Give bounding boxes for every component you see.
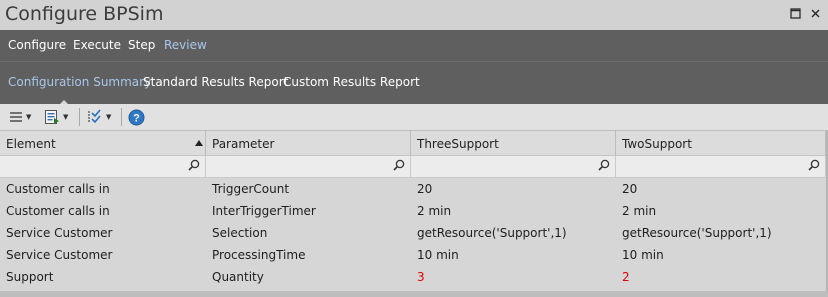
table-row[interactable]: Customer calls in TriggerCount 20 20 (0, 178, 826, 200)
toolbar-separator (79, 108, 80, 126)
tab-review[interactable]: Review (164, 38, 207, 52)
tab-configure[interactable]: Configure (8, 38, 66, 52)
table-row[interactable]: Service Customer Selection getResource('… (0, 222, 826, 244)
filter-cell-threesupport[interactable] (411, 156, 616, 177)
search-icon (188, 159, 200, 171)
column-header-element[interactable]: Element (0, 131, 206, 156)
export-icon (45, 110, 59, 124)
window-bottom-border (0, 291, 828, 297)
column-filter-icon (88, 109, 101, 124)
chevron-down-icon: ▼ (63, 113, 69, 121)
table-row[interactable]: Customer calls in InterTriggerTimer 2 mi… (0, 200, 826, 222)
column-header-parameter[interactable]: Parameter (206, 131, 411, 156)
cell-threesupport: 20 (417, 182, 433, 196)
toolbar-separator (121, 108, 122, 126)
subtab-custom-results-report[interactable]: Custom Results Report (283, 75, 420, 89)
tab-execute[interactable]: Execute (73, 38, 121, 52)
tab-step[interactable]: Step (128, 38, 155, 52)
cell-parameter: Selection (212, 226, 268, 240)
maximize-icon[interactable] (788, 8, 802, 22)
review-subtab-bar: Configuration Summary Standard Results R… (0, 61, 828, 106)
table-row[interactable]: Service Customer ProcessingTime 10 min 1… (0, 244, 826, 266)
cell-threesupport-changed: 3 (417, 270, 425, 284)
export-dropdown-button[interactable]: ▼ (44, 108, 68, 126)
menu-dropdown-button[interactable]: ▼ (9, 108, 31, 126)
filter-cell-parameter[interactable] (206, 156, 411, 177)
cell-element: Support (6, 270, 54, 284)
cell-element: Service Customer (6, 226, 113, 240)
column-header-twosupport[interactable]: TwoSupport (616, 131, 826, 156)
title-bar: Configure BPSim (0, 0, 828, 30)
column-header-threesupport[interactable]: ThreeSupport (411, 131, 616, 156)
cell-threesupport: getResource('Support',1) (417, 226, 567, 240)
cell-twosupport: 10 min (622, 248, 664, 262)
chevron-down-icon: ▼ (106, 113, 112, 121)
cell-twosupport: getResource('Support',1) (622, 226, 772, 240)
cell-parameter: InterTriggerTimer (212, 204, 316, 218)
close-icon[interactable] (808, 8, 822, 22)
cell-element: Service Customer (6, 248, 113, 262)
search-icon (808, 159, 820, 171)
cell-element: Customer calls in (6, 204, 110, 218)
table-row[interactable]: Support Quantity 3 2 (0, 266, 826, 288)
configuration-summary-table: Element Parameter ThreeSupport TwoSuppor… (0, 131, 826, 291)
cell-twosupport-changed: 2 (622, 270, 630, 284)
column-header-label: Element (6, 137, 56, 151)
svg-text:?: ? (133, 112, 140, 124)
main-tab-bar: Configure Execute Step Review (0, 30, 828, 61)
cell-twosupport: 20 (622, 182, 638, 196)
filter-row (0, 156, 826, 178)
subtab-standard-results-report[interactable]: Standard Results Report (143, 75, 288, 89)
help-button[interactable]: ? (128, 108, 145, 126)
cell-twosupport: 2 min (622, 204, 657, 218)
menu-icon (10, 112, 22, 122)
filter-cell-element[interactable] (0, 156, 206, 177)
column-filter-dropdown-button[interactable]: ▼ (87, 108, 111, 126)
search-icon (598, 159, 610, 171)
cell-parameter: Quantity (212, 270, 264, 284)
cell-parameter: ProcessingTime (212, 248, 306, 262)
help-icon: ? (128, 109, 145, 125)
cell-threesupport: 2 min (417, 204, 452, 218)
window-title: Configure BPSim (5, 3, 164, 25)
cell-threesupport: 10 min (417, 248, 459, 262)
toolbar: ▼ ▼ ▼ ? (0, 104, 828, 131)
configure-bpsim-window: Configure BPSim Configure Execute Step R… (0, 0, 828, 297)
cell-parameter: TriggerCount (212, 182, 290, 196)
search-icon (393, 159, 405, 171)
chevron-down-icon: ▼ (26, 113, 32, 121)
filter-cell-twosupport[interactable] (616, 156, 826, 177)
cell-element: Customer calls in (6, 182, 110, 196)
subtab-configuration-summary[interactable]: Configuration Summary (8, 75, 151, 89)
sort-ascending-icon (195, 140, 203, 146)
